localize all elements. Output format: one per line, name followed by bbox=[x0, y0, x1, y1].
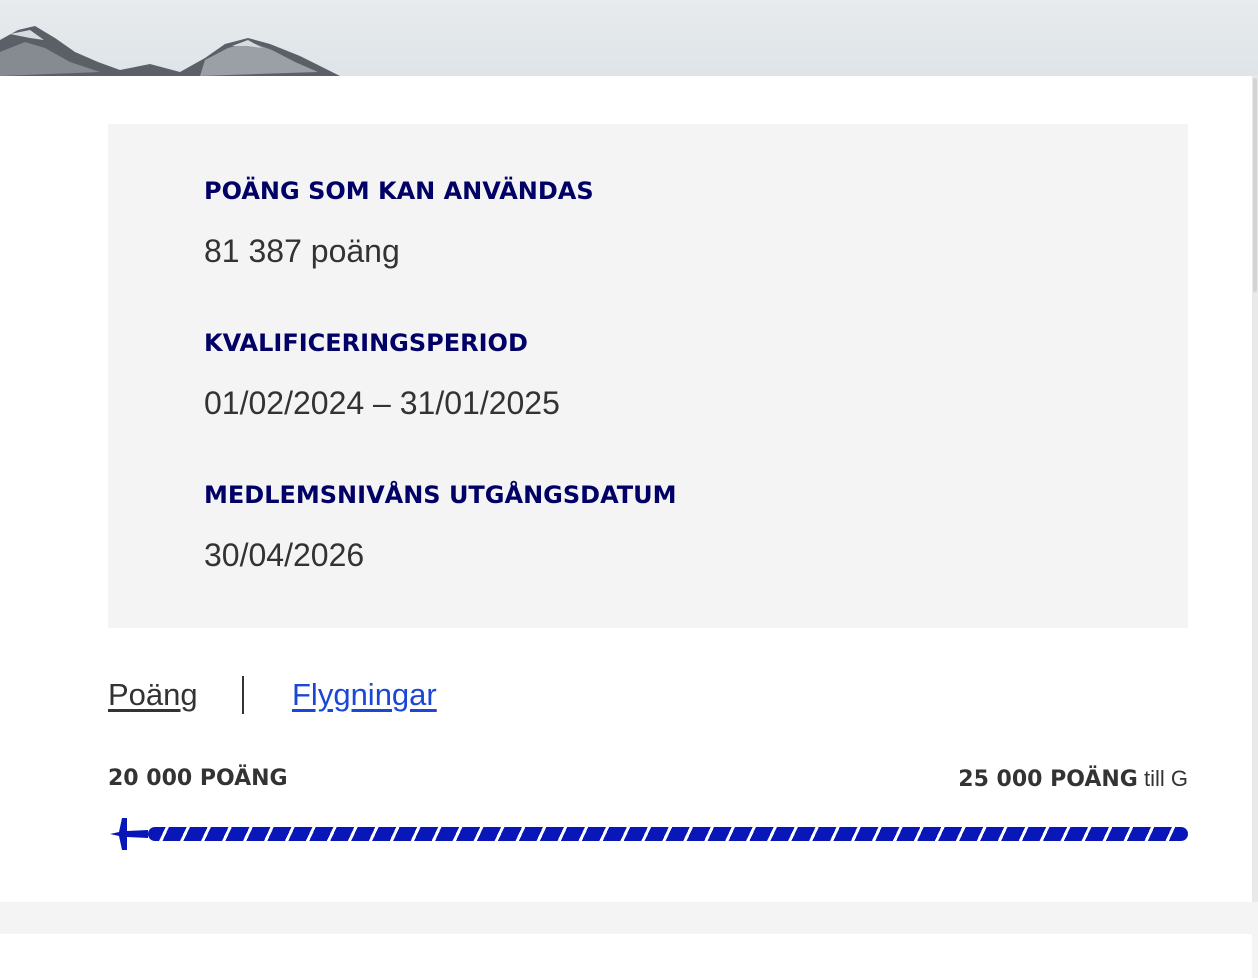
progress-labels: 20 000 POÄNG 25 000 POÄNG till G bbox=[108, 765, 1188, 793]
membership-info-box: POÄNG SOM KAN ANVÄNDAS 81 387 poäng KVAL… bbox=[108, 124, 1188, 628]
points-progress-track bbox=[108, 814, 1188, 854]
qualification-period-section: KVALIFICERINGSPERIOD 01/02/2024 – 31/01/… bbox=[204, 328, 560, 422]
scrollbar-thumb[interactable] bbox=[1253, 78, 1257, 292]
next-section-edge bbox=[0, 934, 1252, 978]
tab-divider bbox=[242, 676, 244, 714]
usable-points-value: 81 387 poäng bbox=[204, 233, 400, 269]
tab-points[interactable]: Poäng bbox=[108, 674, 198, 716]
mountain-illustration bbox=[0, 26, 340, 76]
qualification-period-label: KVALIFICERINGSPERIOD bbox=[204, 329, 528, 357]
membership-card: POÄNG SOM KAN ANVÄNDAS 81 387 poäng KVAL… bbox=[0, 76, 1252, 902]
tier-expiry-section: MEDLEMSNIVÅNS UTGÅNGSDATUM 30/04/2026 bbox=[204, 480, 677, 574]
current-points-label: 20 000 POÄNG bbox=[108, 766, 288, 791]
usable-points-label: POÄNG SOM KAN ANVÄNDAS bbox=[204, 177, 594, 205]
qualification-period-value: 01/02/2024 – 31/01/2025 bbox=[204, 385, 560, 421]
tab-flights[interactable]: Flygningar bbox=[292, 674, 437, 716]
progress-bar-fill bbox=[148, 827, 1188, 841]
usable-points-section: POÄNG SOM KAN ANVÄNDAS 81 387 poäng bbox=[204, 176, 594, 270]
tier-expiry-label: MEDLEMSNIVÅNS UTGÅNGSDATUM bbox=[204, 481, 677, 509]
target-points-amount: 25 000 POÄNG bbox=[958, 767, 1138, 792]
target-points-label: 25 000 POÄNG till G bbox=[958, 765, 1188, 794]
tier-expiry-value: 30/04/2026 bbox=[204, 537, 365, 573]
hero-image bbox=[0, 0, 1258, 76]
target-tier-suffix: till G bbox=[1137, 766, 1188, 791]
plane-icon bbox=[110, 818, 148, 850]
